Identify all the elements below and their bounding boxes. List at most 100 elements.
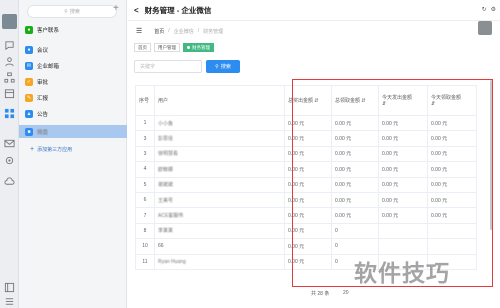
mail-icon[interactable] (4, 138, 15, 149)
sidebar-item-meeting[interactable]: ● 会议 (25, 43, 121, 56)
message-icon[interactable] (4, 40, 15, 51)
add-app-label: 添加第三方应用 (37, 147, 73, 153)
sidebar-item-customer[interactable]: ● 客户联系 (25, 23, 121, 36)
col-header-today-received[interactable]: 今天领取金额 ⇵ (427, 85, 477, 116)
add-third-party-app[interactable]: + 添加第三方应用 (30, 146, 72, 153)
settings-icon[interactable] (4, 155, 15, 166)
cell-index: 1 (135, 114, 155, 132)
cell-total-sent: 0.00 元 (284, 130, 332, 147)
breadcrumb-separator: / (197, 28, 200, 34)
cell-user: Ryan Huang (154, 253, 285, 270)
cell-today-received: 0.00 元 (427, 176, 477, 193)
sort-icon[interactable]: ⇵ (382, 101, 386, 107)
approval-icon: ✓ (25, 77, 33, 86)
tab-user-management[interactable]: 用户管理 (154, 43, 180, 52)
add-icon[interactable]: + (113, 3, 119, 14)
profile-avatar[interactable] (478, 21, 492, 35)
col-header-label: 今天领取金额 (431, 95, 462, 101)
cloud-icon[interactable] (4, 176, 15, 187)
report-icon: ✎ (25, 93, 33, 102)
icon-rail (0, 0, 19, 308)
cell-total-sent: 0.00 元 (284, 145, 332, 163)
table-row[interactable]: 1 小小鱼 0.00 元 0.00 元 0.00 元 0.00 元 (135, 114, 477, 132)
table-scrollbar[interactable] (490, 80, 493, 230)
watermark-text: 软件技巧 (354, 261, 450, 287)
table-row[interactable]: 6 王美号 0.00 元 0.00 元 0.00 元 0.00 元 (135, 191, 477, 209)
cell-index: 3 (135, 145, 155, 163)
cell-today-sent: 0.00 元 (378, 176, 428, 193)
sidebar-item-approval[interactable]: ✓ 审批 (25, 75, 121, 88)
workbench-icon[interactable] (4, 108, 15, 119)
search-icon: ⚲ (215, 63, 219, 70)
cell-index: 5 (135, 176, 155, 193)
sidebar-item-report[interactable]: ✎ 汇报 (25, 91, 121, 104)
sort-icon[interactable]: ⇵ (431, 101, 435, 107)
cell-total-received: 0.00 元 (331, 145, 379, 163)
hamburger-icon[interactable]: ☰ (136, 27, 142, 35)
sort-icon[interactable]: ⇵ (314, 98, 318, 104)
mail-icon: ✉ (25, 61, 33, 70)
sidebar-item-drive[interactable]: ■ 微盘 (19, 125, 127, 138)
cell-index: 6 (135, 191, 155, 209)
table-row[interactable]: 5 谢崴崴 0.00 元 0.00 元 0.00 元 0.00 元 (135, 176, 477, 193)
calendar-icon[interactable] (4, 88, 15, 99)
breadcrumb-item: 企业微信 (173, 28, 194, 35)
tab-finance[interactable]: 财务管理 (183, 43, 214, 52)
table-row[interactable]: 10 66 0.00 元 0 (135, 238, 477, 255)
user-avatar[interactable] (2, 14, 17, 29)
contacts-icon[interactable] (4, 56, 15, 67)
cell-total-sent: 0.00 元 (284, 253, 332, 270)
col-header-total-sent[interactable]: 总奖出金额 ⇵ (284, 85, 332, 116)
table-row[interactable]: 4 欧敏娜 0.00 元 0.00 元 0.00 元 0.00 元 (135, 161, 477, 178)
sidebar-search-placeholder: 搜索 (69, 9, 80, 15)
plus-icon: + (30, 146, 35, 153)
page-size-select[interactable]: 20 (343, 290, 349, 296)
refresh-icon[interactable]: ↻ (482, 6, 487, 13)
table-row[interactable]: 7 ACE客服伟 0.00 元 0.00 元 0.00 元 0.00 元 (135, 207, 477, 224)
collapse-icon[interactable] (4, 282, 15, 293)
sort-icon[interactable]: ⇵ (361, 98, 365, 104)
cell-index: 10 (135, 238, 155, 255)
title-bar: < 财务管理 - 企业微信 (128, 0, 500, 21)
search-icon: ⚲ (64, 8, 68, 15)
cell-today-received: 0.00 元 (427, 114, 477, 132)
sidebar-item-mail[interactable]: ✉ 企业邮箱 (25, 59, 121, 72)
org-icon[interactable] (4, 72, 15, 83)
cell-total-received: 0 (331, 238, 379, 255)
cell-today-received (427, 222, 477, 240)
sidebar-item-notice[interactable]: ▲ 公告 (25, 107, 121, 120)
cell-today-received: 0.00 元 (427, 191, 477, 209)
search-button-label: 搜索 (220, 64, 231, 70)
tab-home[interactable]: 首页 (134, 43, 151, 52)
notice-icon: ▲ (25, 109, 33, 118)
col-header-today-sent[interactable]: 今天发出金额 ⇵ (378, 85, 428, 116)
cell-today-sent: 0.00 元 (378, 207, 428, 224)
table-row[interactable]: 3 彭思佳 0.00 元 0.00 元 0.00 元 0.00 元 (135, 130, 477, 147)
cell-total-sent: 0.00 元 (284, 222, 332, 240)
keyword-input[interactable]: 关键字 (134, 60, 202, 73)
cell-total-sent: 0.00 元 (284, 191, 332, 209)
cell-index: 11 (135, 253, 155, 270)
cell-index: 4 (135, 161, 155, 178)
cell-user: 谢崴崴 (154, 176, 285, 193)
cell-today-sent (378, 238, 428, 255)
cell-user: 徐明慧看 (154, 145, 285, 163)
cell-total-received: 0 (331, 222, 379, 240)
window-title: 财务管理 - 企业微信 (144, 5, 212, 15)
back-icon[interactable]: < (134, 6, 139, 15)
sidebar-search[interactable]: ⚲ 搜索 (27, 5, 117, 18)
table-row[interactable]: 8 李某某 0.00 元 0 (135, 222, 477, 240)
settings-gear-icon[interactable]: ⚙ (491, 6, 496, 13)
table-row[interactable]: 3 徐明慧看 0.00 元 0.00 元 0.00 元 0.00 元 (135, 145, 477, 163)
breadcrumb-item: 财务管理 (203, 28, 224, 35)
cell-total-sent: 0.00 元 (284, 238, 332, 255)
cell-user: 彭思佳 (154, 130, 285, 147)
cell-user: 李某某 (154, 222, 285, 240)
sidebar-item-label: 汇报 (37, 95, 49, 102)
search-button[interactable]: ⚲ 搜索 (206, 60, 240, 73)
cell-total-received: 0.00 元 (331, 207, 379, 224)
sidebar-item-label: 微盘 (37, 129, 49, 136)
col-header-total-received[interactable]: 总领取金额 ⇵ (331, 85, 379, 116)
breadcrumb-home[interactable]: 首页 (154, 28, 164, 35)
menu-icon[interactable] (4, 296, 15, 307)
